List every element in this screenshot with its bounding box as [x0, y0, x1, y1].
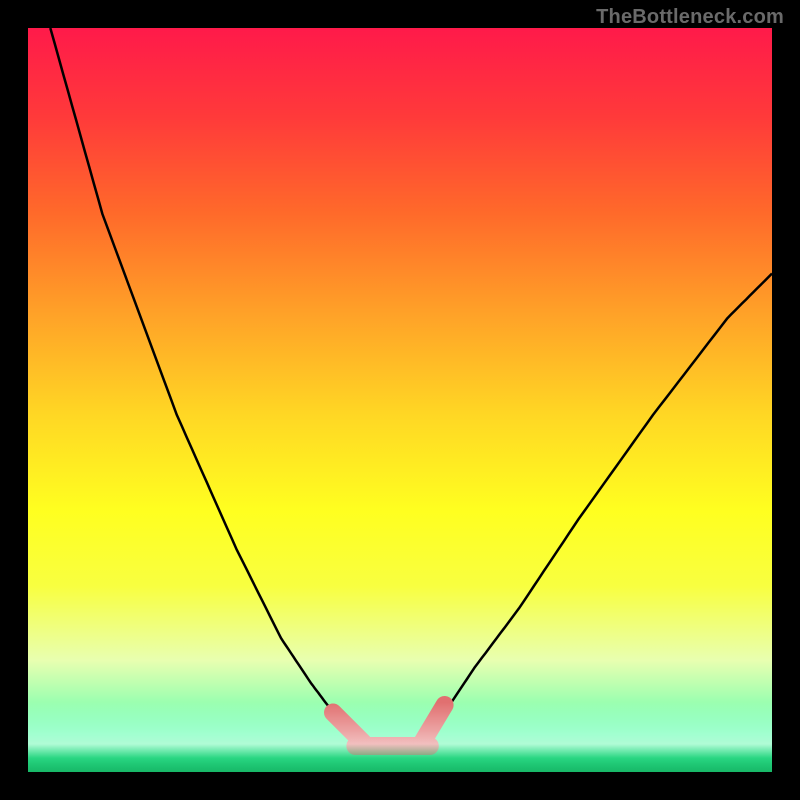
series-bottom-marker-right: [422, 705, 444, 742]
chart-frame: [28, 28, 772, 772]
series-left-curve: [50, 28, 363, 742]
series-right-curve: [430, 274, 772, 743]
chart-svg: [28, 28, 772, 772]
watermark-text: TheBottleneck.com: [596, 6, 784, 29]
